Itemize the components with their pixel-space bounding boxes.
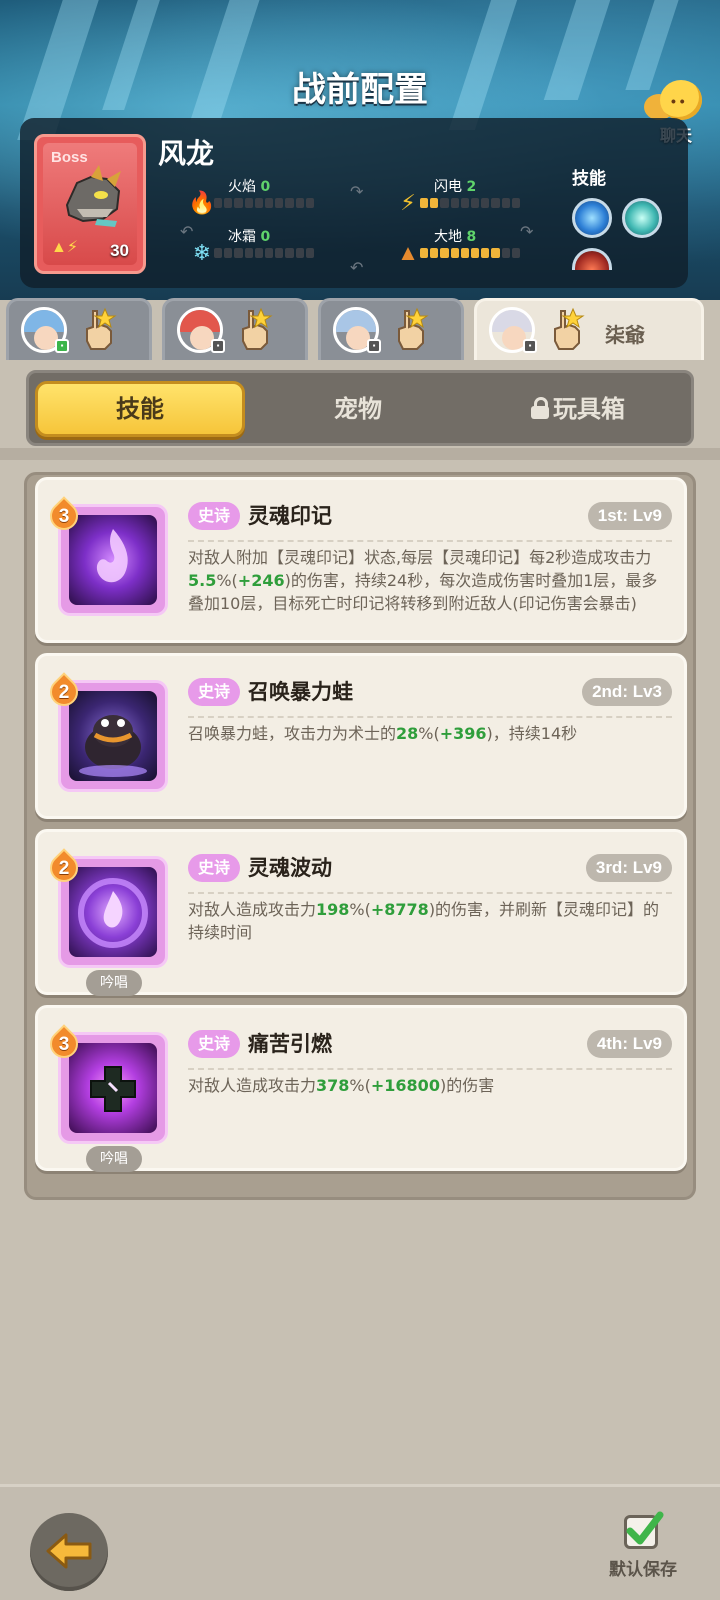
skill-card-4[interactable]: 3 吟唱 史诗 痛苦引燃 4th: Lv9 对敌人造成攻击力378%(+1680…	[35, 1005, 687, 1172]
status-badge: ▪	[523, 339, 537, 353]
hero-tab-1[interactable]: ▪	[6, 298, 152, 360]
fire-bar	[214, 198, 315, 208]
boss-level: 30	[110, 241, 129, 260]
skill-name: 召唤暴力蛙	[248, 680, 353, 704]
skill-description: 对敌人造成攻击力198%(+8778)的伤害，并刷新【灵魂印记】的持续时间	[188, 900, 660, 942]
back-button[interactable]	[30, 1513, 108, 1591]
hand-gesture-icon	[242, 307, 273, 350]
rank-badge: 2	[44, 672, 84, 712]
rank-badge: 3	[44, 1024, 84, 1064]
dragon-portrait-icon	[65, 165, 121, 227]
skill-name: 灵魂波动	[248, 856, 332, 880]
skill-card-1[interactable]: 3 史诗 灵魂印记 1st: Lv9 对敌人附加【灵魂印记】状态,每层【灵魂印记…	[35, 477, 687, 643]
section-tab-bar: 技能 宠物 玩具箱	[26, 370, 694, 446]
page-title: 战前配置	[292, 70, 428, 110]
hand-gesture-icon	[398, 307, 429, 350]
hero-name: 柒爺	[605, 323, 645, 347]
frost-bar	[214, 248, 315, 258]
skill-card-2[interactable]: 2 史诗 召唤暴力蛙 2nd: Lv3 召唤暴力蛙，攻击力为术士的28%(+39…	[35, 653, 687, 819]
checkmark-icon	[626, 1511, 664, 1545]
skill-name: 痛苦引燃	[248, 1032, 332, 1056]
mountain-icon: ▲	[397, 240, 419, 265]
skill-slot-level: 3rd: Lv9	[585, 854, 672, 882]
stat-lightning: 闪电 2 ⚡	[394, 176, 544, 220]
divider	[0, 448, 720, 460]
rarity-badge: 史诗	[188, 1030, 241, 1058]
skill-slot-level: 2nd: Lv3	[582, 678, 672, 706]
skill-slot-level: 1st: Lv9	[587, 502, 672, 530]
divider	[188, 716, 672, 718]
chant-tag: 吟唱	[86, 970, 142, 996]
divider	[188, 540, 672, 542]
skill-description: 对敌人附加【灵魂印记】状态,每层【灵魂印记】每2秒造成攻击力5.5%(+246)…	[188, 548, 658, 613]
skill-description: 对敌人造成攻击力378%(+16800)的伤害	[188, 1076, 495, 1095]
default-save-toggle[interactable]: 默认保存	[600, 1511, 686, 1585]
cycle-arrow-icon: ↷	[350, 184, 364, 201]
boss-skills-label: 技能	[572, 169, 606, 189]
hero-tab-4[interactable]: ▪ 柒爺	[474, 298, 704, 360]
footer-bar: 默认保存	[0, 1484, 720, 1600]
skill-card-3[interactable]: 2 吟唱 史诗 灵魂波动 3rd: Lv9 对敌人造成攻击力198%(+8778…	[35, 829, 687, 996]
rank-badge: 2	[44, 848, 84, 888]
status-badge: ▪	[367, 339, 381, 353]
violent-frog-icon	[69, 691, 157, 781]
status-badge: ▪	[55, 339, 69, 353]
boss-skill-wind-icon[interactable]	[622, 198, 662, 238]
earth-bar	[420, 248, 521, 258]
cycle-arrow-icon: ↶	[350, 260, 364, 277]
soul-mark-icon	[69, 515, 157, 605]
soul-wave-icon	[69, 867, 157, 957]
tab-skills[interactable]: 技能	[35, 381, 245, 437]
boss-tag: Boss	[51, 149, 88, 166]
boss-card[interactable]: Boss ▲⚡ 30	[34, 134, 146, 274]
skill-name: 灵魂印记	[248, 504, 332, 528]
back-arrow-icon	[46, 1533, 92, 1569]
snowflake-icon: ❄	[192, 240, 212, 265]
hero-tab-3[interactable]: ▪	[318, 298, 464, 360]
divider	[188, 1068, 672, 1070]
status-badge: ▪	[211, 339, 225, 353]
tab-pets[interactable]: 宠物	[253, 381, 463, 437]
hand-gesture-icon	[86, 307, 117, 350]
boss-info-panel: Boss ▲⚡ 30 风龙 火焰 0 🔥 闪电 2 ⚡ 冰霜 0 ❄ 大地 8	[20, 118, 688, 288]
boss-name: 风龙	[158, 137, 215, 170]
skill-list: 3 史诗 灵魂印记 1st: Lv9 对敌人附加【灵魂印记】状态,每层【灵魂印记…	[24, 472, 696, 1200]
hand-gesture-icon	[554, 307, 585, 350]
chant-tag: 吟唱	[86, 1146, 142, 1172]
lightning-bar	[420, 198, 521, 208]
lightning-icon: ⚡	[400, 190, 416, 215]
fire-icon: 🔥	[188, 190, 216, 215]
rarity-badge: 史诗	[188, 502, 241, 530]
rarity-badge: 史诗	[188, 678, 241, 706]
skill-slot-level: 4th: Lv9	[586, 1030, 672, 1058]
boss-skill-ice-icon[interactable]	[572, 198, 612, 238]
hero-tab-2[interactable]: ▪	[162, 298, 308, 360]
rank-badge: 3	[44, 496, 84, 536]
divider	[188, 892, 672, 894]
tab-toybox[interactable]: 玩具箱	[473, 381, 683, 437]
skill-description: 召唤暴力蛙，攻击力为术士的28%(+396)，持续14秒	[188, 724, 578, 743]
cycle-arrow-icon: ↷	[520, 224, 534, 241]
default-save-label: 默认保存	[609, 1560, 677, 1580]
stat-fire: 火焰 0 🔥	[188, 176, 338, 220]
rarity-badge: 史诗	[188, 854, 241, 882]
agony-ignite-icon	[69, 1043, 157, 1133]
lock-icon	[531, 397, 549, 419]
stat-frost: 冰霜 0 ❄	[188, 226, 338, 270]
boss-skill-fire-icon[interactable]	[572, 248, 612, 270]
boss-element-icons: ▲⚡	[51, 239, 79, 256]
cycle-arrow-icon: ↶	[180, 224, 194, 241]
